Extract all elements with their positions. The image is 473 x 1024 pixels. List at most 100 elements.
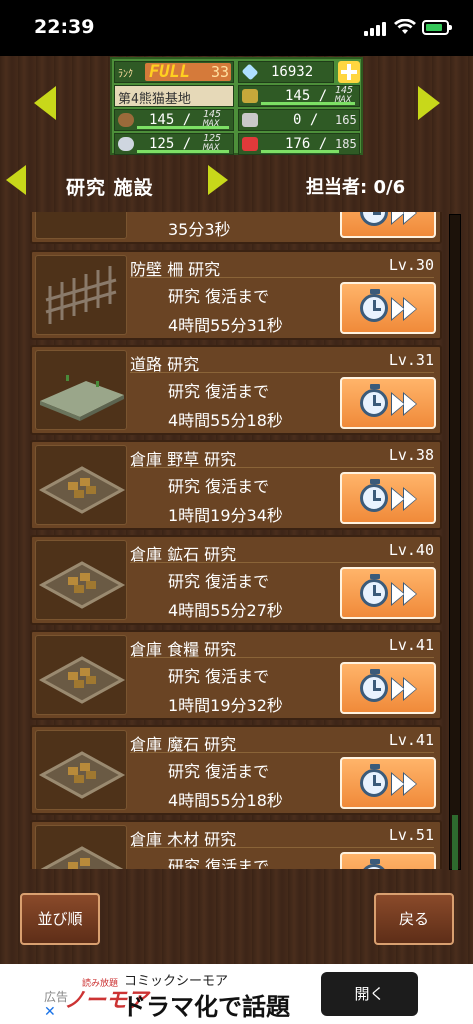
base-name-cell: 第4熊猫基地 — [114, 85, 234, 107]
research-status: 研究 復活まで — [168, 572, 270, 591]
road-thumbnail — [35, 350, 127, 430]
warehouse-icon — [38, 751, 126, 799]
speed-up-button[interactable] — [340, 282, 436, 334]
research-list[interactable]: 35分3秒 防壁 柵 研究 Lv.30 研究 復活まで 4時間55分31秒 道路… — [28, 212, 444, 869]
status-bar: 22:39 — [0, 0, 473, 56]
research-thumbnail — [35, 212, 127, 239]
speed-up-button[interactable] — [340, 757, 436, 809]
magic-stone-max: 185 — [335, 137, 357, 151]
population-bar — [261, 102, 355, 105]
fast-forward-icon — [392, 212, 404, 223]
research-row: 倉庫 食糧 研究 Lv.41 研究 復活まで 1時間19分32秒 — [30, 630, 442, 720]
magic-stone-icon — [242, 137, 258, 151]
warehouse-thumbnail — [35, 825, 127, 869]
warehouse-thumbnail — [35, 540, 127, 620]
research-status: 研究 復活まで — [168, 382, 270, 401]
research-level: Lv.40 — [388, 541, 434, 559]
speed-up-button[interactable] — [340, 472, 436, 524]
wood-cell: 145 / 145 MAX — [114, 109, 234, 131]
research-time: 4時間55分18秒 — [168, 411, 283, 430]
cellular-signal-icon — [364, 22, 386, 36]
warehouse-thumbnail — [35, 730, 127, 810]
gem-cell: 16932 — [238, 61, 334, 83]
fast-forward-icon — [392, 774, 404, 794]
back-button[interactable]: 戻る — [374, 893, 454, 945]
rank-status: FULL — [149, 62, 190, 82]
buy-gems-plus-icon[interactable] — [338, 61, 360, 83]
speed-up-button[interactable] — [340, 662, 436, 714]
research-row: 倉庫 木材 研究 Lv.51 研究 復活まで — [30, 820, 442, 869]
stopwatch-icon — [360, 212, 388, 226]
ad-banner[interactable]: 広告 ✕ 読み放題 ノーモア コミックシーモア ドラマ化で話題 開く — [0, 964, 473, 1024]
base-name: 第4熊猫基地 — [118, 92, 191, 107]
scrollbar-thumb[interactable] — [452, 815, 458, 870]
research-row: 道路 研究 Lv.31 研究 復活まで 4時間55分18秒 — [30, 345, 442, 435]
research-time: 4時間55分27秒 — [168, 601, 283, 620]
warehouse-thumbnail — [35, 635, 127, 715]
wheat-icon — [242, 89, 258, 103]
battery-icon — [422, 20, 452, 35]
research-level: Lv.30 — [388, 256, 434, 274]
next-base-arrow-icon[interactable] — [418, 86, 440, 120]
speed-up-button[interactable] — [340, 567, 436, 619]
research-time: 1時間19分32秒 — [168, 696, 283, 715]
magic-stone-bar — [261, 150, 339, 153]
stopwatch-icon — [360, 574, 388, 607]
research-row: 倉庫 野草 研究 Lv.38 研究 復活まで 1時間19分34秒 — [30, 440, 442, 530]
rank-label: ﾗﾝｸ — [118, 69, 133, 80]
resource-panel: ﾗﾝｸ FULL 33 16932 第4熊猫基地 145 / 145 MAX 1… — [110, 57, 363, 155]
staff-count: 担当者: 0/6 — [306, 177, 406, 198]
speed-up-button[interactable] — [340, 212, 436, 238]
research-time: 1時間19分34秒 — [168, 506, 283, 525]
ad-close-icon[interactable]: ✕ — [44, 1004, 56, 1020]
wood-bar — [137, 126, 229, 129]
stopwatch-icon — [360, 384, 388, 417]
magic-stone-cell: 176 / 185 — [238, 133, 360, 155]
stopwatch-icon — [360, 764, 388, 797]
fence-thumbnail — [35, 255, 127, 335]
fast-forward-icon — [392, 394, 404, 414]
fast-forward-icon — [392, 489, 404, 509]
prev-base-arrow-icon[interactable] — [34, 86, 56, 120]
research-row: 防壁 柵 研究 Lv.30 研究 復活まで 4時間55分31秒 — [30, 250, 442, 340]
ore-bar — [137, 150, 229, 153]
research-row: 35分3秒 — [30, 212, 442, 244]
research-level: Lv.51 — [388, 826, 434, 844]
workers-cell: 0 / 165 — [238, 109, 360, 131]
research-row: 倉庫 鉱石 研究 Lv.40 研究 復活まで 4時間55分27秒 — [30, 535, 442, 625]
list-scrollbar[interactable] — [449, 214, 461, 870]
research-status: 研究 復活まで — [168, 287, 270, 306]
prev-facility-arrow-icon[interactable] — [6, 165, 26, 195]
fast-forward-icon — [392, 584, 404, 604]
speed-up-button[interactable] — [340, 377, 436, 429]
research-level: Lv.38 — [388, 446, 434, 464]
research-row: 倉庫 魔石 研究 Lv.41 研究 復活まで 4時間55分18秒 — [30, 725, 442, 815]
stopwatch-icon — [360, 289, 388, 322]
population-cell: 145 / 145 MAX — [238, 85, 360, 107]
ad-headline: ドラマ化で話題 — [122, 993, 290, 1021]
fast-forward-icon — [392, 299, 404, 319]
research-time: 4時間55分31秒 — [168, 316, 283, 335]
research-status: 研究 復活まで — [168, 857, 270, 869]
warehouse-icon — [38, 561, 126, 609]
research-level: Lv.31 — [388, 351, 434, 369]
facility-title: 研究 施設 — [66, 177, 154, 199]
research-level: Lv.41 — [388, 731, 434, 749]
rank-cell: ﾗﾝｸ FULL 33 — [114, 61, 234, 83]
stopwatch-icon — [360, 479, 388, 512]
warehouse-icon — [38, 656, 126, 704]
speed-up-button[interactable] — [340, 852, 436, 869]
ad-open-button[interactable]: 開く — [321, 972, 418, 1016]
ore-cell: 125 / 125 MAX — [114, 133, 234, 155]
stopwatch-icon — [360, 859, 388, 869]
research-time: 35分3秒 — [168, 220, 231, 239]
workers-value: 0 / — [293, 112, 319, 128]
stopwatch-icon — [360, 669, 388, 702]
sort-button[interactable]: 並び順 — [20, 893, 100, 945]
research-status: 研究 復活まで — [168, 762, 270, 781]
fence-icon — [45, 266, 117, 324]
gem-count: 16932 — [271, 64, 314, 80]
next-facility-arrow-icon[interactable] — [208, 165, 228, 195]
diamond-icon — [241, 63, 259, 81]
wifi-icon — [394, 19, 416, 34]
